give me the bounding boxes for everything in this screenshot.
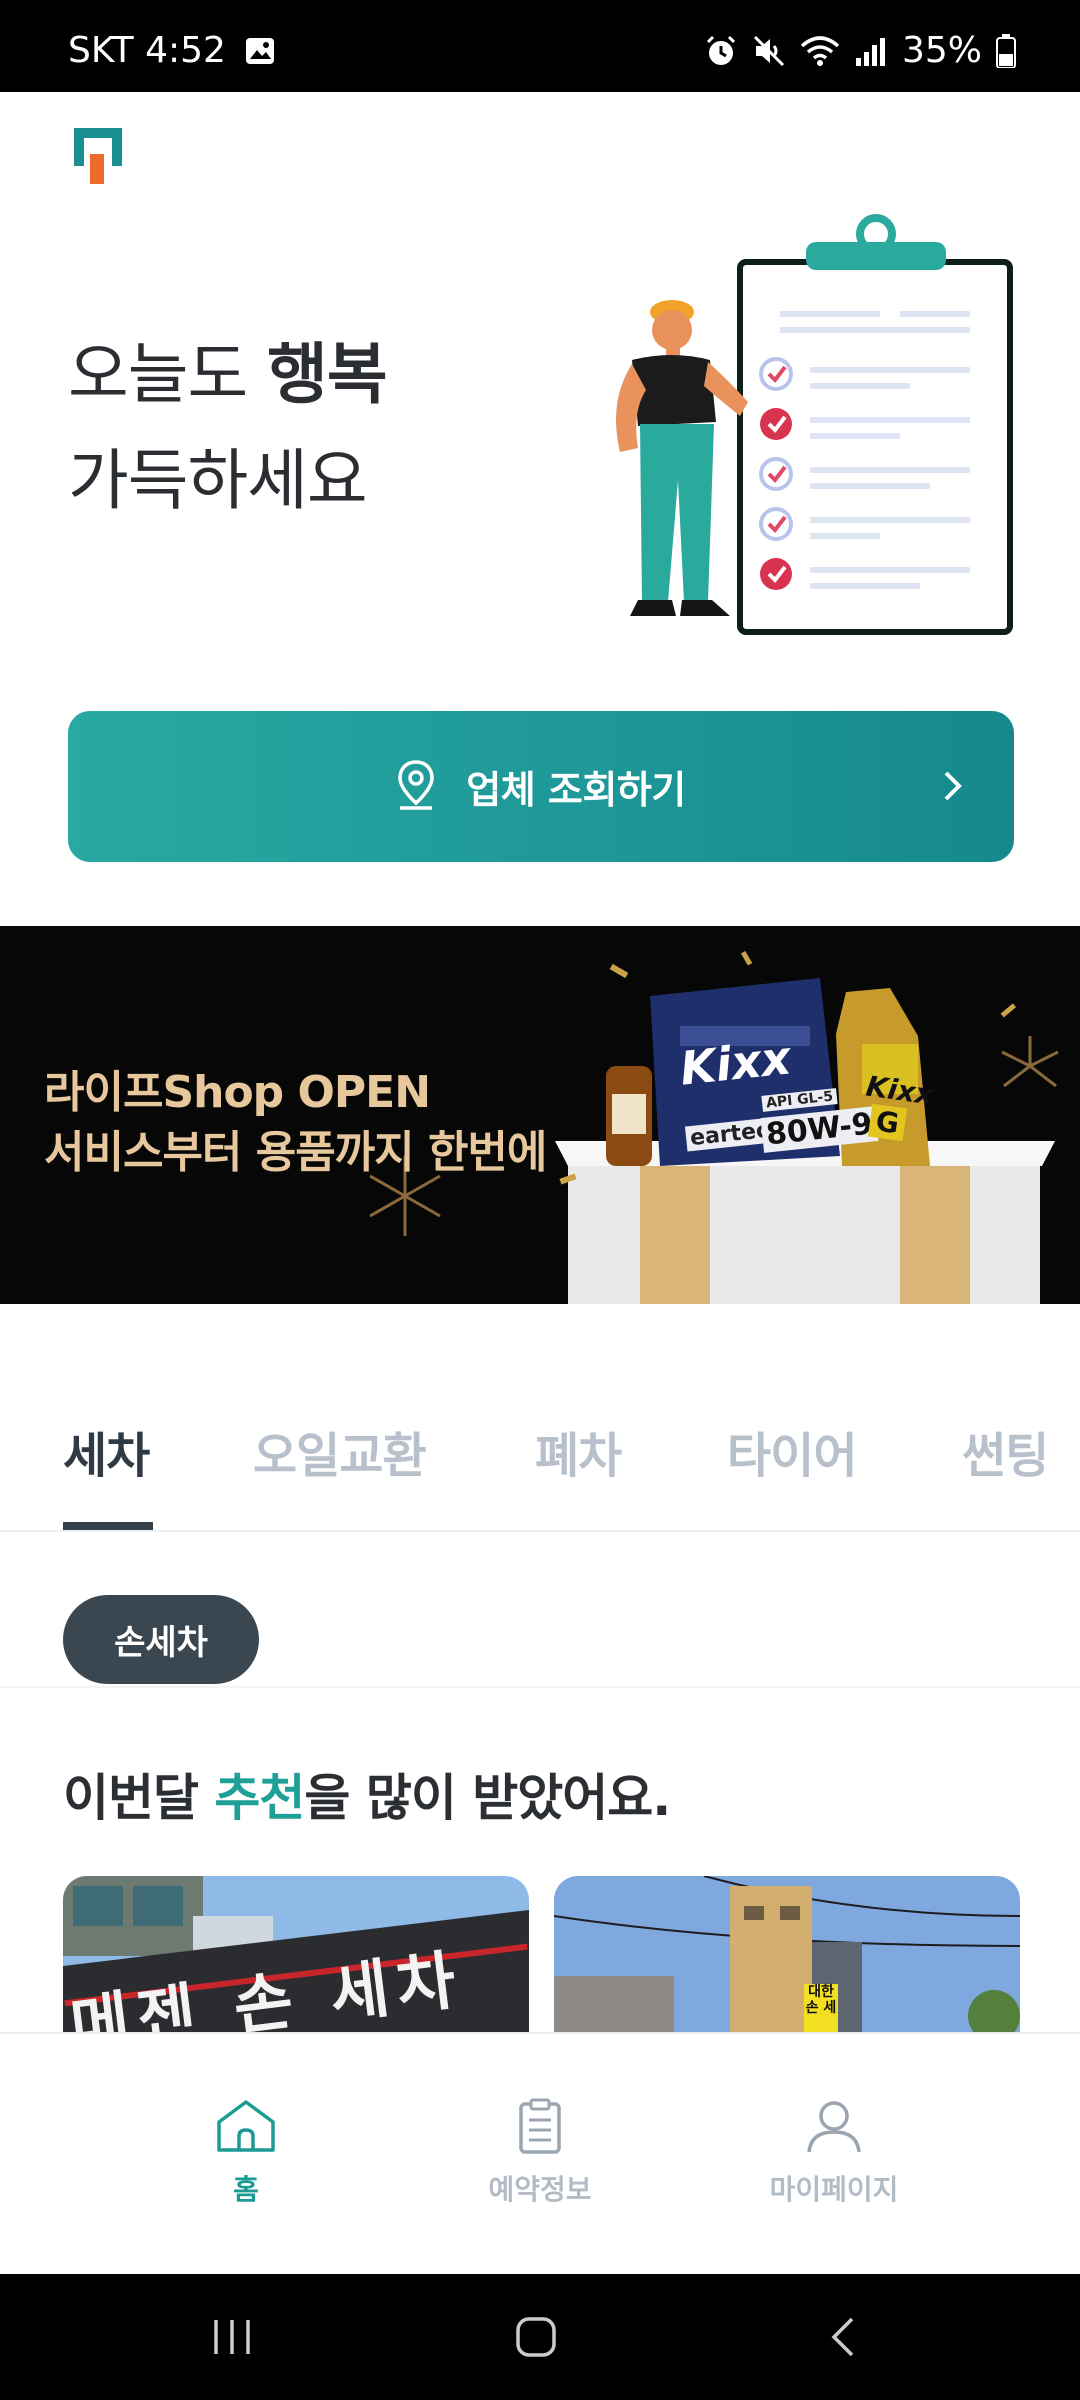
banner-line-1: 라이프Shop OPEN bbox=[44, 1067, 431, 1118]
status-bar: SKT 4:52 35% bbox=[0, 0, 1080, 92]
nav-home[interactable]: 홈 bbox=[146, 2098, 346, 2208]
card-sign-text: 대한 손 세 bbox=[805, 1984, 837, 2016]
search-business-label: 업체 조회하기 bbox=[466, 768, 686, 812]
gallery-icon bbox=[244, 35, 276, 67]
recent-apps-button[interactable] bbox=[210, 2316, 254, 2362]
tab-car-wash[interactable]: 세차 bbox=[63, 1416, 150, 1486]
tab-tinting[interactable]: 썬팅 bbox=[962, 1416, 1049, 1486]
recent-apps-icon bbox=[214, 2320, 250, 2354]
section-divider bbox=[0, 1686, 1080, 1688]
banner-line-2: 서비스부터 용품까지 한번에 bbox=[44, 1127, 547, 1178]
banner-product-letter: G bbox=[867, 1103, 908, 1142]
carrier-time: SKT 4:52 bbox=[68, 30, 226, 71]
clipboard-icon bbox=[519, 2098, 561, 2154]
recommended-section-title: 이번달 추천을 많이 받았어요. bbox=[63, 1758, 671, 1830]
title-prefix: 이번달 bbox=[63, 1769, 215, 1827]
greeting-emphasis: 행복 bbox=[267, 336, 387, 413]
location-pin-icon bbox=[396, 759, 436, 815]
title-accent: 추천 bbox=[214, 1769, 305, 1827]
home-system-icon bbox=[516, 2317, 556, 2357]
greeting-line-1: 오늘도 행복 bbox=[68, 322, 388, 428]
system-navigation-bar bbox=[0, 2274, 1080, 2400]
nav-my-page-label: 마이페이지 bbox=[769, 2173, 899, 2206]
search-business-button[interactable]: 업체 조회하기 bbox=[68, 711, 1014, 862]
nav-reservations[interactable]: 예약정보 bbox=[440, 2098, 640, 2208]
recommendation-card[interactable]: 대한 손 세 bbox=[554, 1876, 1020, 2036]
signal-icon bbox=[854, 34, 888, 68]
app-logo bbox=[74, 128, 122, 184]
category-tabs: 세차 오일교환 폐차 타이어 썬팅 bbox=[0, 1380, 1080, 1532]
active-tab-indicator bbox=[63, 1522, 153, 1530]
person-icon bbox=[807, 2101, 861, 2153]
card-photo bbox=[554, 1876, 1020, 2036]
hero-illustration bbox=[580, 212, 1020, 642]
nav-my-page[interactable]: 마이페이지 bbox=[734, 2098, 934, 2208]
back-button[interactable] bbox=[822, 2316, 866, 2362]
greeting-line-2: 가득하세요 bbox=[68, 442, 368, 519]
home-icon bbox=[217, 2100, 275, 2152]
wifi-icon bbox=[800, 34, 840, 68]
nav-home-label: 홈 bbox=[233, 2173, 259, 2206]
bottom-navigation: 홈 예약정보 마이페이지 bbox=[0, 2032, 1080, 2274]
nav-reservations-label: 예약정보 bbox=[488, 2173, 592, 2206]
tab-scrap-car[interactable]: 폐차 bbox=[535, 1416, 622, 1486]
greeting-prefix: 오늘도 bbox=[68, 336, 268, 413]
greeting: 오늘도 행복 가득하세요 bbox=[68, 322, 388, 534]
banner-brand-1: Kixx bbox=[677, 1030, 794, 1096]
tab-oil-change[interactable]: 오일교환 bbox=[253, 1416, 427, 1486]
back-icon bbox=[831, 2317, 854, 2357]
promo-banner[interactable]: 라이프Shop OPEN 서비스부터 용품까지 한번에 Kixx API GL-… bbox=[0, 926, 1080, 1304]
home-system-button[interactable] bbox=[514, 2316, 558, 2362]
recommendation-card[interactable]: 메젠 손 세차 bbox=[63, 1876, 529, 2036]
mute-icon bbox=[752, 34, 786, 68]
title-suffix: 을 많이 받았어요. bbox=[304, 1769, 671, 1827]
hand-wash-chip[interactable]: 손세차 bbox=[63, 1595, 259, 1684]
battery-icon bbox=[996, 33, 1016, 68]
chevron-right-icon bbox=[942, 769, 964, 807]
battery-text: 35% bbox=[901, 30, 982, 71]
tab-tire[interactable]: 타이어 bbox=[727, 1416, 857, 1486]
status-left: SKT 4:52 bbox=[68, 30, 276, 71]
alarm-icon bbox=[704, 34, 738, 68]
status-right: 35% bbox=[704, 30, 1016, 71]
